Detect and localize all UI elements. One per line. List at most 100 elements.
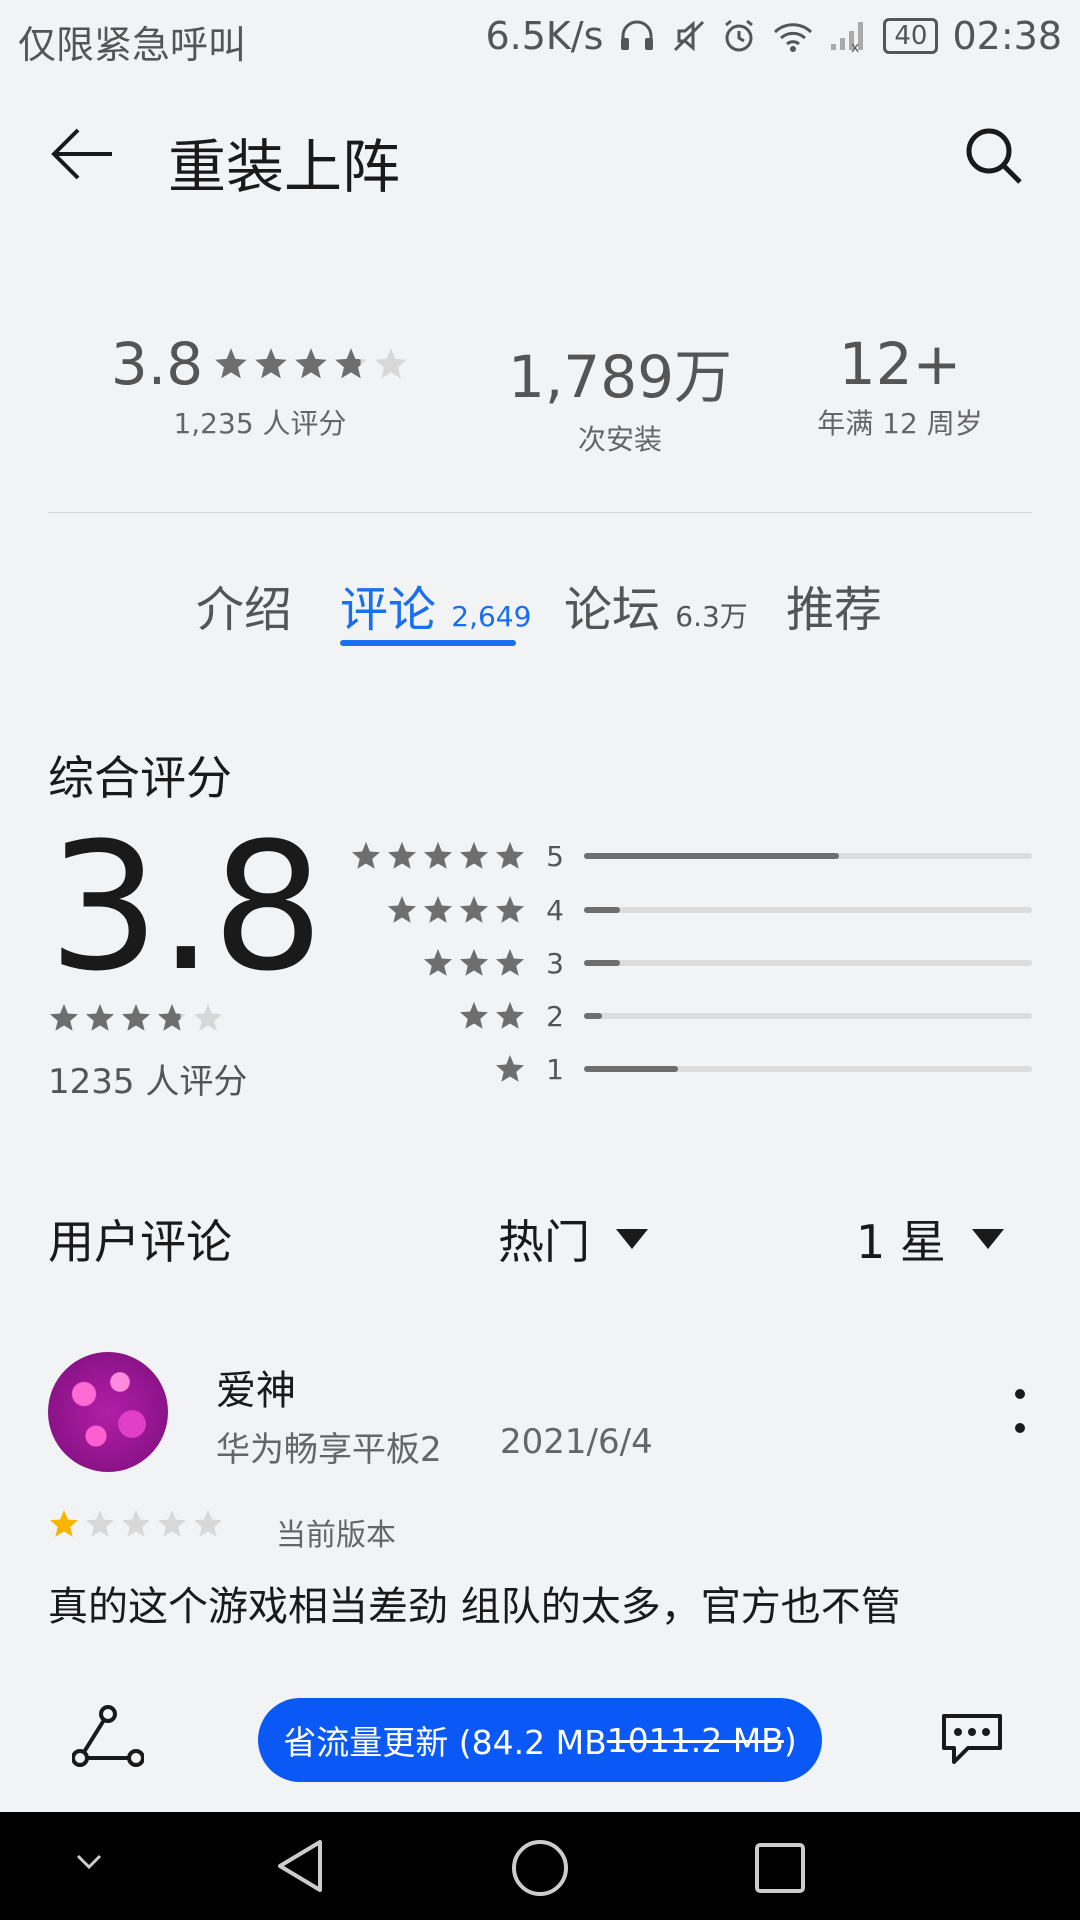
rating-bar-fill: [584, 1066, 679, 1072]
star-icon: [122, 1510, 150, 1537]
chevron-down-icon: [76, 1854, 102, 1870]
update-button[interactable]: 省流量更新 (84.2 MB 1011.2 MB ): [258, 1698, 822, 1782]
wifi-icon: [771, 18, 815, 54]
age-label: 年满 12 周岁: [817, 407, 983, 440]
tab-count: 6.3万: [675, 600, 748, 633]
star-icon: [86, 1004, 114, 1031]
share-button[interactable]: [72, 1704, 144, 1768]
tab-intro[interactable]: 介绍: [196, 570, 292, 640]
tab-recommend[interactable]: 推荐: [786, 570, 882, 640]
triangle-back-icon: [278, 1840, 322, 1892]
square-recents-icon: [755, 1843, 805, 1893]
sort-label: 热门: [498, 1215, 590, 1269]
tab-label: 介绍: [196, 582, 293, 638]
star-icon: [50, 1004, 78, 1031]
age-value: 12+: [838, 330, 962, 398]
overall-rating-title: 综合评分: [48, 751, 232, 805]
nav-recent-button[interactable]: [754, 1842, 806, 1894]
update-suffix: ): [783, 1720, 797, 1760]
rating-bar-fill: [584, 1013, 602, 1019]
page-title: 重装上阵: [168, 133, 401, 201]
rating-count: 1,235 人评分: [173, 407, 347, 440]
installs-value: 1,789万: [507, 343, 733, 411]
rating-stars: [213, 346, 409, 382]
review-date: 2021/6/4: [500, 1422, 653, 1462]
search-icon: [966, 128, 1022, 184]
version-tag: 当前版本: [276, 1518, 396, 1553]
comment-button[interactable]: [938, 1708, 1006, 1768]
share-icon: [72, 1705, 144, 1767]
overall-count: 1235 人评分: [48, 1062, 248, 1102]
tab-label: 推荐: [786, 582, 883, 638]
star-icon: [375, 348, 407, 379]
rating-bar-label: 5: [546, 839, 564, 873]
rating-bar-stars: [340, 840, 526, 872]
headphones-icon: [617, 18, 657, 54]
filter-label: 1 星: [856, 1215, 946, 1269]
rating-bar-row: 1: [340, 1049, 1032, 1089]
status-bar: 仅限紧急呼叫 6.5K/s x 40 02:38: [0, 0, 1080, 75]
user-reviews-title: 用户评论: [48, 1215, 232, 1269]
update-label: 省流量更新 (84.2 MB: [283, 1723, 607, 1762]
original-size: 1011.2 MB: [606, 1720, 784, 1760]
rating-bar-fill: [584, 907, 620, 913]
star-icon: [460, 842, 488, 869]
active-tab-indicator: [340, 640, 516, 646]
star-icon: [194, 1510, 222, 1537]
rating-bar-label: 3: [546, 946, 564, 980]
rating-bar-label: 2: [546, 999, 564, 1033]
rating-bar-label: 4: [546, 893, 564, 927]
rating-bar-row: 2: [340, 996, 1032, 1036]
carrier-text: 仅限紧急呼叫: [18, 23, 247, 67]
star-icon: [496, 1002, 524, 1029]
star-icon: [194, 1004, 222, 1031]
star-icon: [424, 896, 452, 923]
tab-label: 评论: [340, 582, 437, 638]
rating-bar-track: [584, 960, 1032, 966]
circle-home-icon: [512, 1840, 568, 1896]
star-icon: [496, 949, 524, 976]
star-icon: [424, 842, 452, 869]
rating-value: 3.8: [110, 330, 204, 398]
rating-bar-track: [584, 907, 1032, 913]
tab-count: 2,649: [451, 600, 532, 633]
network-speed: 6.5K/s: [485, 14, 604, 58]
more-options-button[interactable]: [1008, 1384, 1032, 1444]
sort-dropdown[interactable]: 热门: [498, 1206, 648, 1272]
rating-bar-fill: [584, 960, 620, 966]
reviewer-name: 爱神: [216, 1368, 296, 1414]
collapse-button[interactable]: [74, 1852, 104, 1872]
tab-forum[interactable]: 论坛 6.3万: [564, 570, 748, 640]
search-button[interactable]: [962, 124, 1026, 188]
star-icon: [460, 949, 488, 976]
rating-bar-row: 5: [340, 836, 1032, 876]
star-icon: [496, 896, 524, 923]
svg-text:x: x: [851, 40, 859, 54]
rating-bar-row: 4: [340, 890, 1032, 930]
star-icon: [50, 1510, 78, 1537]
tab-reviews[interactable]: 评论 2,649: [340, 570, 531, 640]
star-filter-dropdown[interactable]: 1 星: [856, 1206, 1004, 1272]
back-button[interactable]: [48, 124, 118, 184]
rating-bar-track: [584, 1066, 1032, 1072]
overall-score: 3.8: [48, 805, 324, 1010]
star-icon: [335, 348, 367, 379]
rating-bar-stars: [340, 1000, 526, 1032]
avatar[interactable]: [48, 1352, 168, 1472]
star-icon: [388, 896, 416, 923]
rating-bar-stars: [340, 947, 526, 979]
age-summary: 12+ 年满 12 周岁: [800, 330, 1000, 442]
star-icon: [86, 1510, 114, 1537]
mute-icon: [671, 18, 707, 54]
rating-bar-stars: [340, 894, 526, 926]
star-icon: [352, 842, 380, 869]
nav-back-button[interactable]: [274, 1838, 324, 1894]
nav-home-button[interactable]: [510, 1838, 570, 1898]
tab-label: 论坛: [564, 582, 661, 638]
signal-icon: x: [829, 18, 869, 54]
review-stars: [48, 1508, 224, 1540]
battery-icon: 40: [883, 18, 939, 54]
star-icon: [424, 949, 452, 976]
review-text: 真的这个游戏相当差劲 组队的太多，官方也不管: [48, 1584, 901, 1630]
star-icon: [158, 1004, 186, 1031]
